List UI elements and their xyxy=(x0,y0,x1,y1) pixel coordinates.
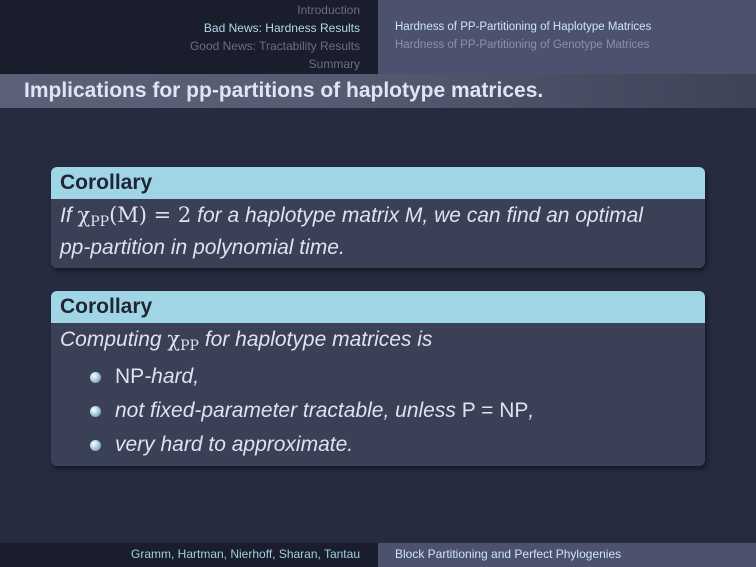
footer-authors-bar: Gramm, Hartman, Nierhoff, Sharan, Tantau xyxy=(0,543,378,567)
nav-section-tractability-results[interactable]: Good News: Tractability Results xyxy=(190,37,360,55)
text-for-haplotype: for haplotype matrices is xyxy=(204,328,433,351)
approx-text: very hard to approximate. xyxy=(115,433,354,456)
bullet-icon xyxy=(90,440,101,451)
nav-section-summary[interactable]: Summary xyxy=(309,55,360,73)
text-if: If xyxy=(60,204,72,227)
nav-section-hardness-results[interactable]: Bad News: Hardness Results xyxy=(204,19,360,37)
corollary-block-2: Corollary Computing χPP for haplotype ma… xyxy=(51,291,705,466)
list-item: very hard to approximate. xyxy=(82,428,695,462)
np-hard-text: -hard, xyxy=(144,365,200,388)
corollary-title-1: Corollary xyxy=(51,167,705,199)
corollary-1-line-2: pp-partition in polynomial time. xyxy=(60,236,345,259)
list-item: not fixed-parameter tractable, unless P … xyxy=(82,394,695,428)
nav-subsection-haplotype[interactable]: Hardness of PP-Partitioning of Haplotype… xyxy=(395,18,651,36)
text-computing: Computing xyxy=(60,328,162,351)
corollary-2-list: NP-hard, not fixed-parameter tractable, … xyxy=(60,360,695,462)
bullet-icon xyxy=(90,406,101,417)
fpt-tail: , xyxy=(528,399,535,422)
chi-subscript: PP xyxy=(90,214,110,230)
corollary-block-1: Corollary If χPP(M) = 2 for a haplotype … xyxy=(51,167,705,268)
footer-authors: Gramm, Hartman, Nierhoff, Sharan, Tantau xyxy=(131,547,360,561)
chi-symbol: χ xyxy=(77,203,91,227)
chi-argument: (M) = 2 xyxy=(109,203,192,227)
corollary-1-line-1: If χPP(M) = 2 for a haplotype matrix M, … xyxy=(60,201,695,233)
frame-title: Implications for pp-partitions of haplot… xyxy=(24,79,544,102)
nav-subsection-genotype[interactable]: Hardness of PP-Partitioning of Genotype … xyxy=(395,36,649,54)
frame-title-bar: Implications for pp-partitions of haplot… xyxy=(0,74,756,108)
corollary-2-intro: Computing χPP for haplotype matrices is xyxy=(60,325,695,357)
subsection-navigation: Hardness of PP-Partitioning of Haplotype… xyxy=(378,0,756,74)
text-mid: for a haplotype matrix M, we can find an… xyxy=(197,204,644,227)
bullet-icon xyxy=(90,372,101,383)
p-equals-np: P = NP xyxy=(461,399,529,422)
nav-section-introduction[interactable]: Introduction xyxy=(297,1,360,19)
list-item: NP-hard, xyxy=(82,360,695,394)
fpt-text: not fixed-parameter tractable, unless xyxy=(115,399,456,422)
corollary-body-2: Computing χPP for haplotype matrices is … xyxy=(51,323,705,466)
corollary-body-1: If χPP(M) = 2 for a haplotype matrix M, … xyxy=(51,199,705,268)
footer-title-bar: Block Partitioning and Perfect Phylogeni… xyxy=(378,543,756,567)
chi-subscript: PP xyxy=(180,338,199,354)
section-navigation: Introduction Bad News: Hardness Results … xyxy=(0,0,378,74)
np-term: NP xyxy=(115,365,145,388)
chi-symbol: χ xyxy=(167,327,181,351)
corollary-title-2: Corollary xyxy=(51,291,705,323)
footer-talk-title: Block Partitioning and Perfect Phylogeni… xyxy=(395,547,622,561)
